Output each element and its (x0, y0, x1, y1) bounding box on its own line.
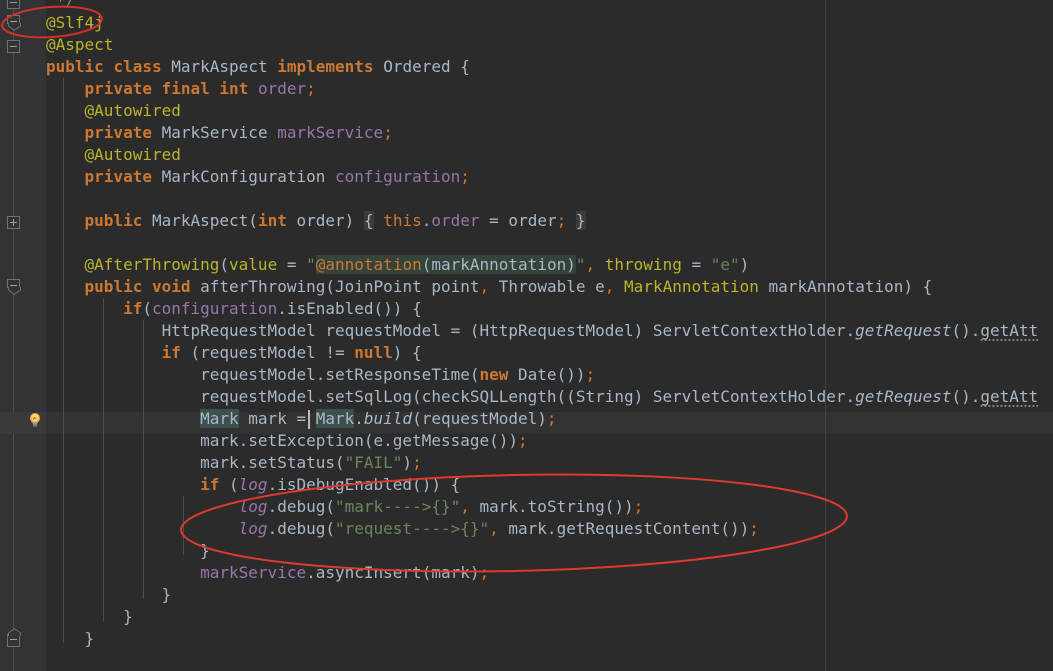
code-line[interactable]: HttpRequestModel requestModel = (HttpReq… (46, 320, 1039, 342)
text-caret (308, 410, 310, 429)
gutter-spine (13, 0, 14, 671)
code-line[interactable]: } (46, 628, 95, 650)
indent-guide (183, 496, 184, 555)
indent-guide (63, 78, 64, 643)
code-line[interactable]: */ (46, 0, 75, 12)
code-line[interactable]: public void afterThrowing(JoinPoint poin… (46, 276, 933, 298)
right-margin-guide (825, 0, 826, 671)
code-line[interactable]: @AfterThrowing(value = "@annotation(mark… (46, 254, 749, 276)
code-line[interactable]: } (46, 606, 133, 628)
code-line[interactable]: } (46, 540, 210, 562)
code-line[interactable]: requestModel.setResponseTime(new Date())… (46, 364, 595, 386)
editor-gutter[interactable] (0, 0, 46, 671)
indent-guide (143, 320, 144, 599)
code-line[interactable]: private MarkService markService; (46, 122, 393, 144)
fold-marker-class-end[interactable] (7, 628, 21, 647)
code-line[interactable]: @Slf4j (46, 12, 104, 34)
fold-marker-annotation[interactable] (7, 15, 21, 31)
code-line[interactable]: log.debug("mark---->{}", mark.toString()… (46, 496, 644, 518)
code-line[interactable]: Mark mark = Mark.build(requestModel); (46, 408, 557, 430)
fold-arrow-top-icon (8, 628, 21, 636)
code-line[interactable]: @Autowired (46, 144, 181, 166)
code-line[interactable]: public MarkAspect(int order) { this.orde… (46, 210, 586, 232)
code-line[interactable]: @Aspect (46, 34, 113, 56)
indent-guide (103, 298, 104, 621)
fold-marker-comment-end[interactable] (7, 0, 20, 9)
code-surface[interactable]: */ @Slf4j @Aspect public class MarkAspec… (46, 0, 1053, 671)
code-line[interactable]: private final int order; (46, 78, 316, 100)
fold-marker-constructor[interactable] (7, 216, 20, 229)
fold-marker-class-start[interactable] (7, 40, 20, 53)
code-line[interactable]: markService.asyncInsert(mark); (46, 562, 489, 584)
code-line[interactable]: private MarkConfiguration configuration; (46, 166, 470, 188)
fold-arrow-tip-icon (8, 287, 21, 295)
intention-bulb-icon[interactable] (27, 412, 43, 428)
code-line[interactable]: } (46, 584, 172, 606)
code-line[interactable]: if (log.isDebugEnabled()) { (46, 474, 460, 496)
code-line[interactable]: @Autowired (46, 100, 181, 122)
code-line[interactable]: public class MarkAspect implements Order… (46, 56, 470, 78)
fold-arrow-tip-icon (8, 23, 21, 31)
code-line[interactable]: requestModel.setSqlLog(checkSQLLength((S… (46, 386, 1039, 408)
code-editor[interactable]: */ @Slf4j @Aspect public class MarkAspec… (0, 0, 1053, 671)
code-line[interactable]: log.debug("request---->{}", mark.getRequ… (46, 518, 759, 540)
fold-marker-method[interactable] (7, 279, 21, 295)
